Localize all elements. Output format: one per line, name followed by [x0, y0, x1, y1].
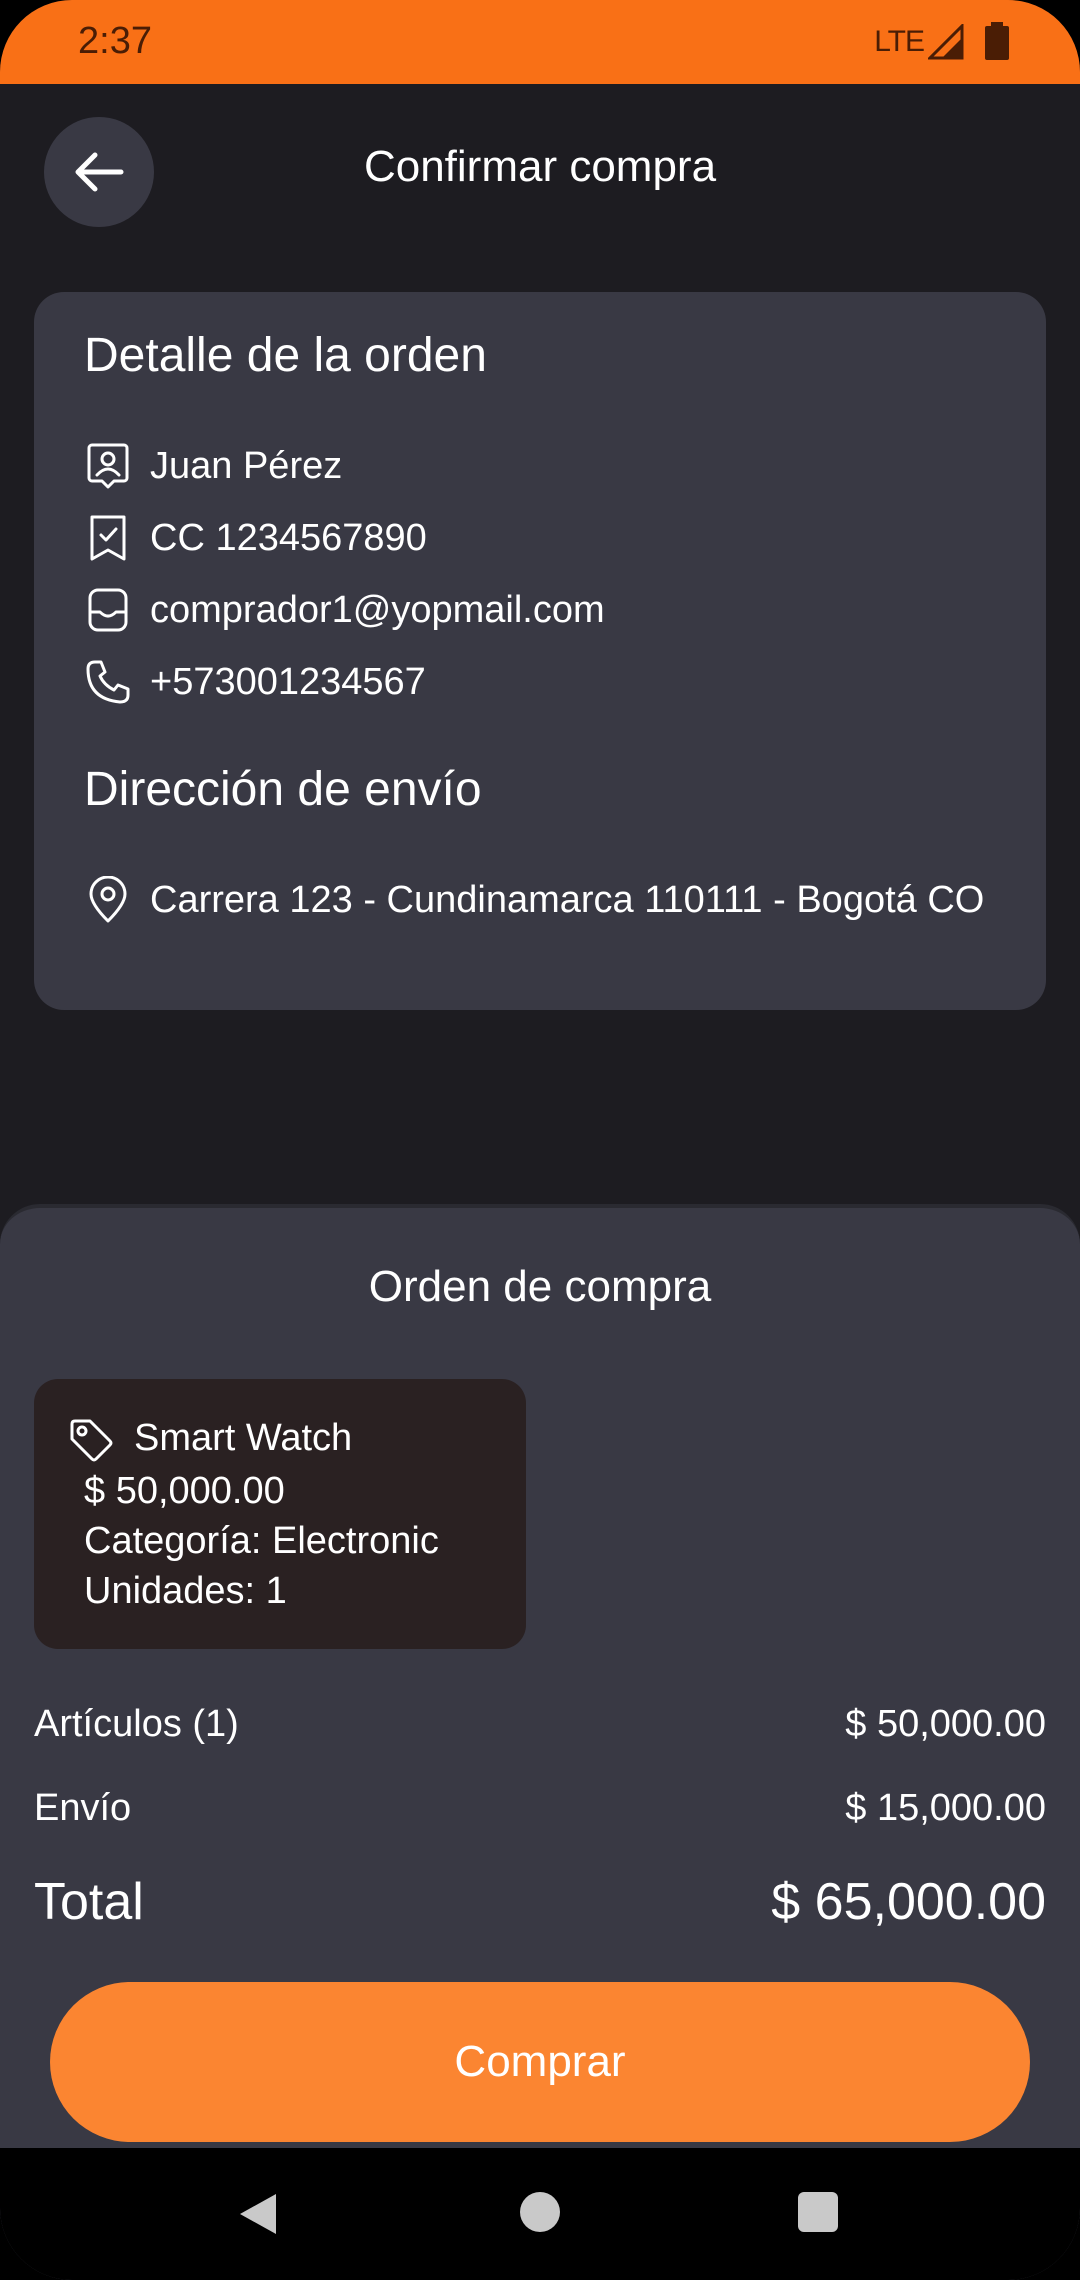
- status-time: 2:37: [78, 20, 152, 62]
- customer-phone-row: +573001234567: [84, 658, 426, 706]
- location-pin-icon: [84, 876, 132, 924]
- product-card: Smart Watch $ 50,000.00 Categoría: Elect…: [34, 1379, 526, 1649]
- status-indicators: LTE: [874, 22, 1012, 62]
- product-price: $ 50,000.00: [84, 1470, 285, 1512]
- customer-email: comprador1@yopmail.com: [150, 588, 605, 631]
- shipping-title: Dirección de envío: [84, 763, 482, 816]
- customer-name-row: Juan Pérez: [84, 442, 342, 490]
- customer-email-row: comprador1@yopmail.com: [84, 586, 605, 634]
- price-tag-icon: [68, 1417, 114, 1468]
- items-value: $ 50,000.00: [845, 1703, 1046, 1745]
- verified-document-icon: [84, 514, 132, 562]
- buy-button[interactable]: Comprar: [50, 1982, 1030, 2142]
- page-title: Confirmar compra: [363, 142, 717, 191]
- customer-phone: +573001234567: [150, 660, 426, 703]
- order-detail-title: Detalle de la orden: [84, 329, 487, 382]
- shipping-address: Carrera 123 - Cundinamarca 110111 - Bogo…: [150, 878, 985, 921]
- signal-icon: [928, 24, 964, 60]
- customer-document-row: CC 1234567890: [84, 514, 427, 562]
- shipping-cost-value: $ 15,000.00: [845, 1787, 1046, 1829]
- battery-icon: [985, 22, 1009, 60]
- order-detail-card: Detalle de la orden Juan Pérez CC 123456…: [34, 292, 1046, 1010]
- customer-name: Juan Pérez: [150, 444, 343, 487]
- product-units: Unidades: 1: [84, 1570, 287, 1612]
- product-name: Smart Watch: [134, 1417, 353, 1459]
- status-bar: 2:37 LTE: [0, 0, 1080, 84]
- purchase-order-title: Orden de compra: [368, 1262, 712, 1311]
- items-label: Artículos (1): [34, 1703, 239, 1745]
- nav-back-icon[interactable]: [236, 2190, 280, 2238]
- phone-icon: [84, 658, 132, 706]
- phone-screen: 2:37 LTE Confirmar compra Detalle de la …: [0, 0, 1080, 2280]
- system-navigation-bar: [0, 2148, 1080, 2280]
- nav-recent-apps-icon[interactable]: [798, 2192, 838, 2232]
- shipping-address-row: Carrera 123 - Cundinamarca 110111 - Bogo…: [84, 876, 984, 924]
- nav-home-icon[interactable]: [520, 2192, 560, 2232]
- shipping-cost-label: Envío: [34, 1787, 132, 1829]
- user-badge-icon: [84, 442, 132, 490]
- product-category: Categoría: Electronic: [84, 1520, 439, 1562]
- network-type: LTE: [874, 25, 925, 58]
- mail-icon: [84, 586, 132, 634]
- customer-document: CC 1234567890: [150, 516, 427, 559]
- total-label: Total: [34, 1873, 144, 1931]
- total-value: $ 65,000.00: [771, 1873, 1046, 1931]
